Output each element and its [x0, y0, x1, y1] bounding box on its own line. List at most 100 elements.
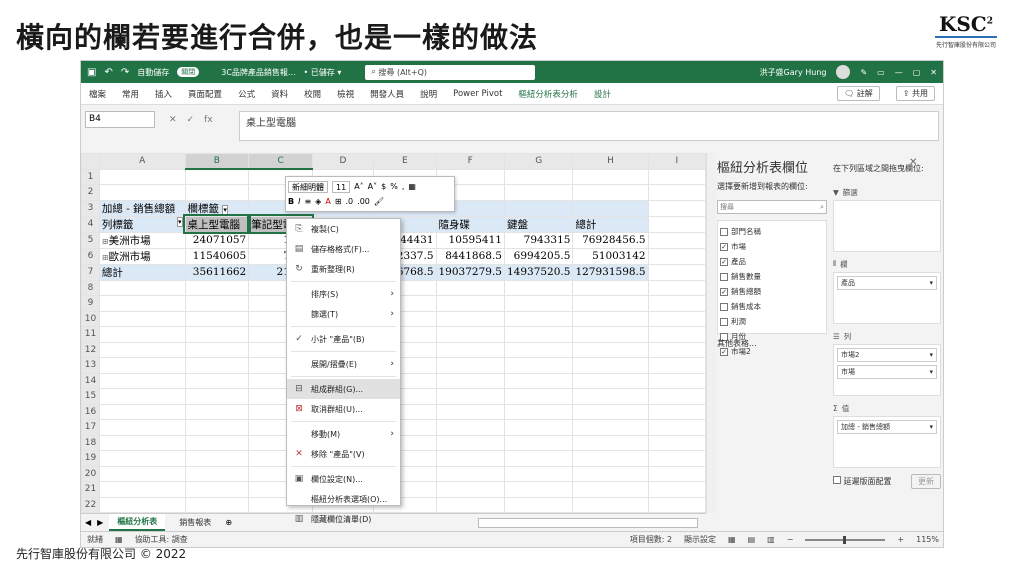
format-table-icon[interactable]: ▦ [408, 182, 416, 191]
align-icon[interactable]: ≡ [304, 197, 311, 206]
field-checkbox[interactable] [720, 227, 728, 236]
sheet-tab-pivot[interactable]: 樞紐分析表 [109, 514, 166, 531]
expand-icon[interactable]: ⊞ [102, 237, 109, 246]
col-header[interactable]: B [184, 153, 250, 170]
vertical-scrollbar[interactable] [706, 153, 716, 513]
menu-item-filter[interactable]: 篩選(T) › [287, 304, 400, 324]
field-checkbox[interactable] [720, 272, 728, 281]
field-checkbox[interactable]: ✓ [720, 287, 728, 296]
field-checkbox[interactable]: ✓ [720, 257, 728, 266]
rows-drop-zone[interactable]: 市場2 ▾ 市場 ▾ [833, 344, 941, 396]
comma-icon[interactable]: , [402, 182, 405, 191]
cell-f4[interactable]: 隨身碟 [435, 215, 505, 233]
borders-icon[interactable]: ⊞ [335, 197, 342, 206]
tab-power-pivot[interactable]: Power Pivot [453, 89, 502, 99]
tab-insert[interactable]: 插入 [155, 88, 172, 100]
bold-icon[interactable]: B [288, 197, 294, 206]
value-field-pill[interactable]: 加總 - 銷售總額 ▾ [837, 420, 937, 434]
name-box[interactable]: B4 [85, 111, 155, 128]
field-item[interactable]: ✓ 銷售總額 [720, 284, 824, 299]
page-layout-view-icon[interactable]: ▤ [748, 535, 756, 544]
values-drop-zone[interactable]: 加總 - 銷售總額 ▾ [833, 416, 941, 468]
tab-page-layout[interactable]: 頁面配置 [188, 88, 222, 100]
menu-item-refresh[interactable]: ↻ 重新整理(R) [287, 259, 400, 279]
horizontal-scrollbar[interactable] [478, 517, 698, 528]
cell-g4[interactable]: 鍵盤 [503, 215, 574, 233]
tab-design[interactable]: 設計 [594, 88, 611, 100]
font-grow-icon[interactable]: A˄ [354, 182, 363, 191]
filter-dropdown-icon[interactable]: ▾ [222, 204, 228, 215]
tab-file[interactable]: 檔案 [89, 88, 106, 100]
search-box[interactable]: ⌕ 搜尋 (Alt+Q) [365, 64, 536, 80]
menu-item-expand-collapse[interactable]: 展開/摺疊(E) › [287, 354, 400, 374]
defer-layout-checkbox[interactable]: 延遲版面配置 [833, 476, 892, 487]
menu-item-remove[interactable]: ✕ 移除 "產品"(V) [287, 444, 400, 464]
expand-icon[interactable]: ⊞ [102, 253, 109, 262]
user-name[interactable]: 洪子盛Gary Hung [760, 67, 827, 78]
row-header[interactable]: 20 [81, 465, 100, 482]
row-header[interactable]: 8 [81, 279, 100, 296]
font-select[interactable]: 新細明體 [288, 180, 328, 193]
cell-f5[interactable]: 10595411 [435, 231, 505, 249]
decimal-increase-icon[interactable]: .0 [346, 197, 354, 206]
close-icon[interactable]: ✕ [930, 68, 937, 77]
row-header[interactable]: 7 [81, 263, 100, 281]
row-header[interactable]: 10 [81, 310, 100, 327]
filter-dropdown-icon[interactable]: ▾ [177, 217, 183, 227]
fill-color-icon[interactable]: ◈ [315, 197, 321, 206]
row-header[interactable]: 21 [81, 481, 100, 498]
cell-h4[interactable]: 總計 [572, 215, 649, 233]
more-tables-link[interactable]: 其他表格... [717, 338, 827, 349]
chevron-down-icon[interactable]: ▾ [929, 279, 933, 287]
font-shrink-icon[interactable]: A˅ [368, 182, 377, 191]
comment-button[interactable]: 🗨 註解 [837, 86, 880, 101]
row-header[interactable]: 13 [81, 357, 100, 374]
row-header[interactable]: 5 [81, 231, 100, 249]
menu-item-subtotal[interactable]: ✓ 小計 "產品"(B) [287, 329, 400, 349]
cell-f6[interactable]: 8441868.5 [435, 247, 505, 265]
col-header[interactable]: A [98, 153, 186, 170]
fx-icon[interactable]: fx [204, 115, 213, 125]
menu-item-hide-field-list[interactable]: ▥ 隱藏欄位清單(D) [287, 509, 400, 529]
tab-developer[interactable]: 開發人員 [370, 88, 404, 100]
tab-formulas[interactable]: 公式 [238, 88, 255, 100]
row-header[interactable]: 16 [81, 403, 100, 420]
display-settings[interactable]: 顯示設定 [684, 534, 716, 545]
cell-a4[interactable]: 列標籤 ▾ [98, 215, 186, 233]
next-sheet-icon[interactable]: ▶ [97, 518, 103, 527]
row-field-pill[interactable]: 市場 ▾ [837, 365, 937, 379]
currency-icon[interactable]: $ [381, 182, 386, 191]
col-header[interactable]: C [248, 153, 313, 170]
menu-item-sort[interactable]: 排序(S) › [287, 284, 400, 304]
field-item[interactable]: 部門名稱 [720, 224, 824, 239]
field-checkbox[interactable] [720, 317, 728, 326]
field-checkbox[interactable] [720, 302, 728, 311]
cell-h5[interactable]: 76928456.5 [572, 231, 649, 249]
cell-h6[interactable]: 51003142 [572, 247, 649, 265]
row-header[interactable]: 6 [81, 247, 100, 265]
field-item[interactable]: ✓ 市場 [720, 239, 824, 254]
update-button[interactable]: 更新 [911, 474, 941, 489]
cell-h7[interactable]: 127931598.5 [572, 263, 649, 281]
cell-g6[interactable]: 6994205.5 [503, 247, 574, 265]
add-sheet-icon[interactable]: ⊕ [225, 518, 232, 527]
tab-home[interactable]: 常用 [122, 88, 139, 100]
restore-icon[interactable]: ▢ [913, 68, 921, 77]
confirm-icon[interactable]: ✓ [187, 115, 195, 125]
row-header[interactable]: 12 [81, 341, 100, 358]
row-header[interactable]: 9 [81, 295, 100, 312]
row-header[interactable]: 19 [81, 450, 100, 467]
formula-bar[interactable]: 桌上型電腦 [239, 111, 939, 141]
chevron-down-icon[interactable]: ▾ [929, 423, 933, 431]
cell-b6[interactable]: 11540605 [184, 247, 250, 265]
format-painter-icon[interactable]: 🖌 [374, 197, 384, 206]
menu-item-field-settings[interactable]: ▣ 欄位設定(N)... [287, 469, 400, 489]
percent-icon[interactable]: % [390, 182, 398, 191]
row-header[interactable]: 14 [81, 372, 100, 389]
menu-item-pivot-options[interactable]: 樞紐分析表選項(O)... [287, 489, 400, 509]
col-header[interactable]: I [647, 153, 706, 170]
zoom-level[interactable]: 115% [916, 535, 939, 544]
field-item[interactable]: ✓ 產品 [720, 254, 824, 269]
save-icon[interactable]: ▣ [87, 67, 96, 78]
row-header[interactable]: 3 [81, 199, 100, 217]
